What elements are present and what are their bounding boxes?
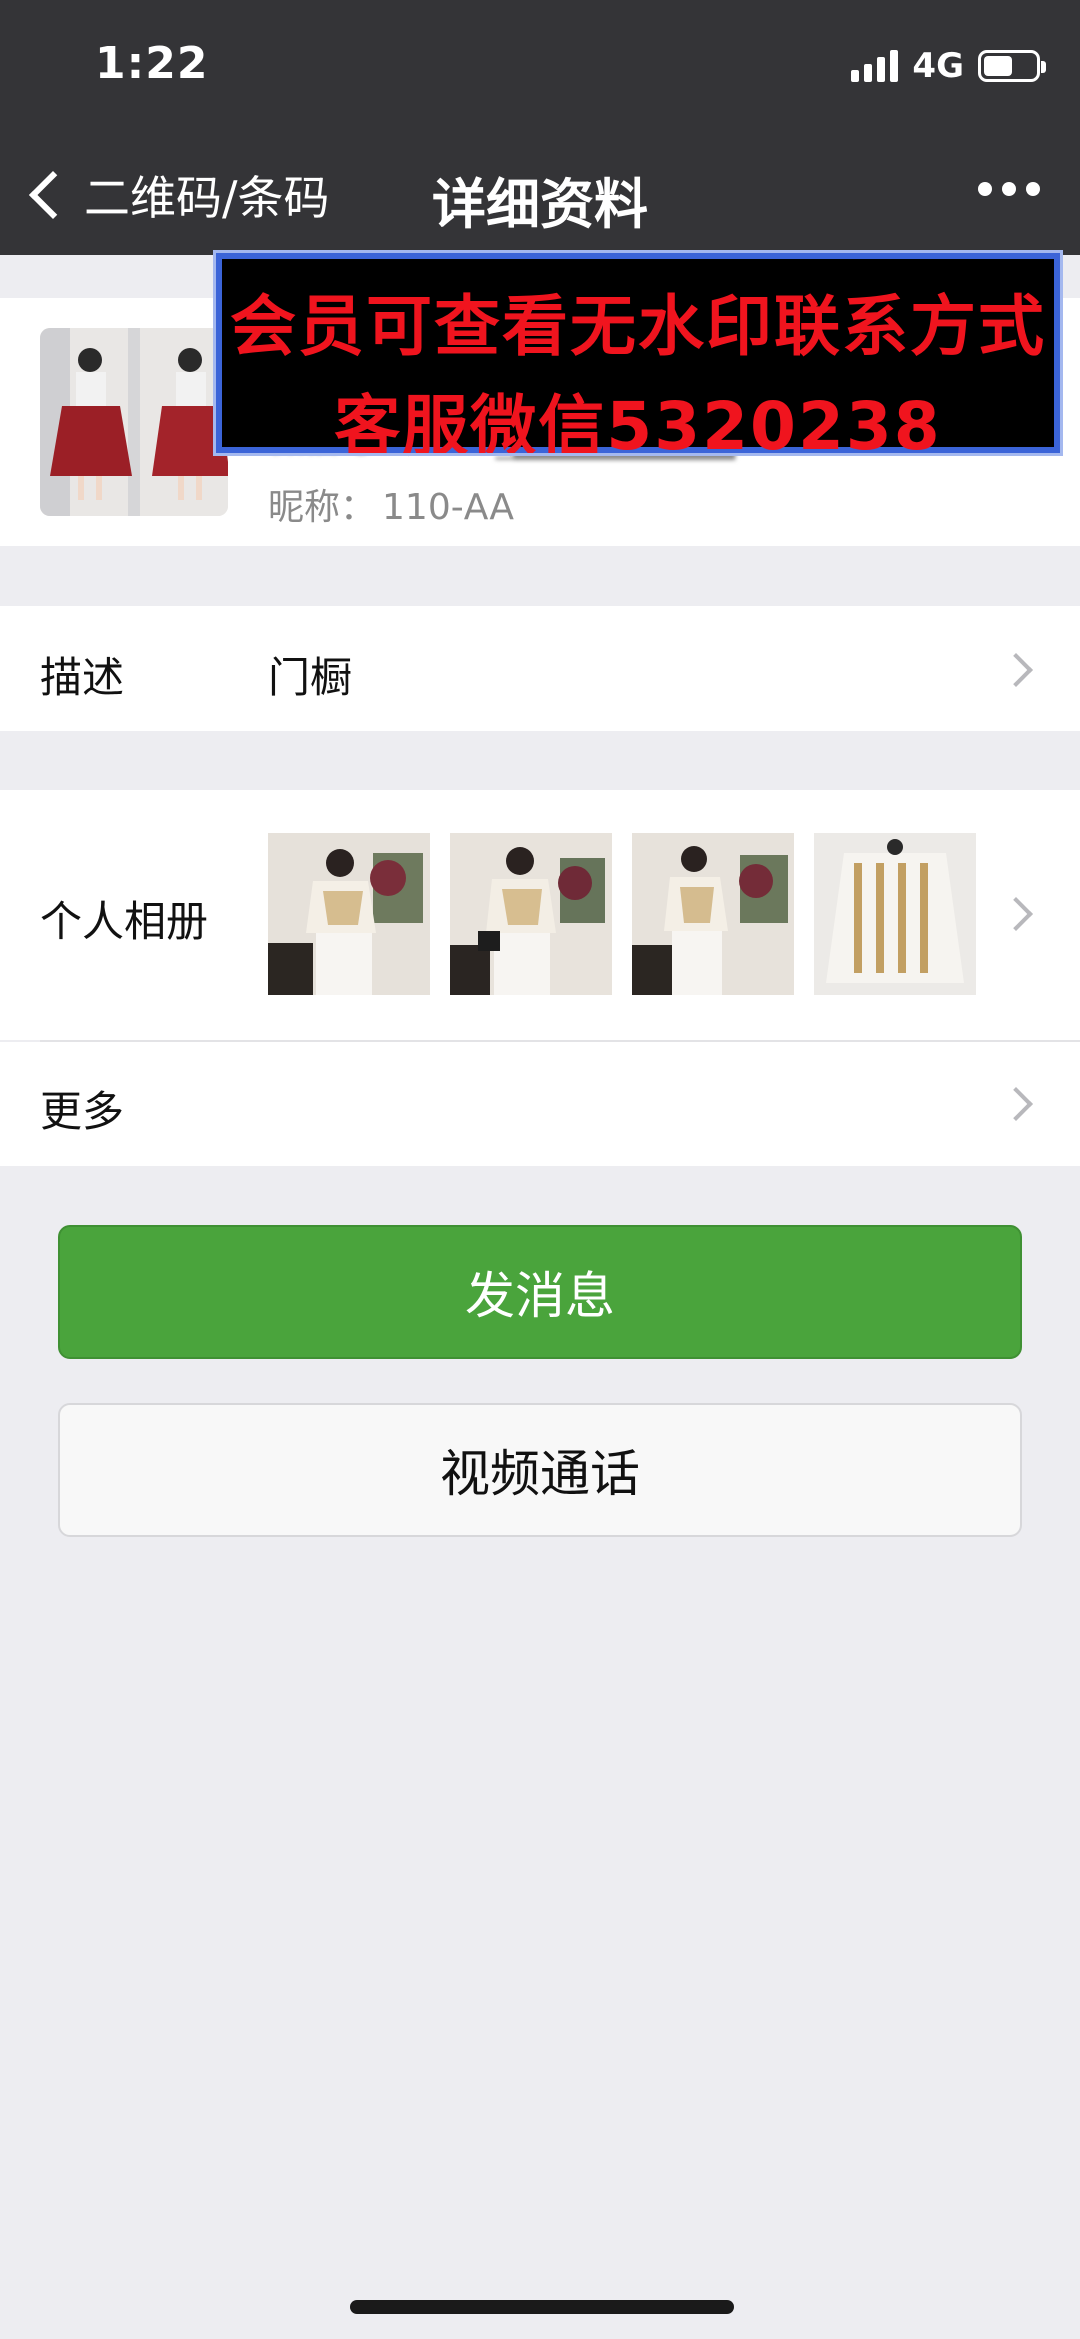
battery-level <box>984 56 1012 76</box>
album-photo[interactable] <box>450 833 612 995</box>
status-indicators: 4G <box>851 46 1046 86</box>
battery-icon <box>978 50 1046 82</box>
screen: 1:22 4G 二维码/条码 详细资料 昵称： 110-AA 会员可查看无水印联… <box>0 0 1080 2339</box>
watermark-line-2: 客服微信5320238 <box>334 388 942 465</box>
description-label: 描述 <box>40 653 125 702</box>
chevron-right-icon <box>999 897 1033 931</box>
signal-icon <box>851 50 899 82</box>
status-bar: 1:22 4G <box>0 0 1080 140</box>
watermark-line-1: 会员可查看无水印联系方式 <box>230 288 1046 365</box>
album-photo[interactable] <box>632 833 794 995</box>
album-label: 个人相册 <box>40 897 209 946</box>
description-row[interactable]: 描述 门橱 <box>0 606 1080 731</box>
album-thumbnails <box>268 833 976 995</box>
more-options-icon[interactable] <box>978 182 1040 196</box>
album-photo[interactable] <box>814 833 976 995</box>
page-title: 详细资料 <box>432 173 648 236</box>
nickname: 昵称： 110-AA <box>268 478 514 530</box>
avatar[interactable] <box>40 328 228 516</box>
nickname-label: 昵称： <box>268 487 377 528</box>
album-photo[interactable] <box>268 833 430 995</box>
chevron-right-icon <box>999 1087 1033 1121</box>
home-indicator[interactable] <box>350 2300 734 2314</box>
description-value: 门橱 <box>268 653 353 702</box>
navigation-bar: 二维码/条码 详细资料 <box>0 140 1080 255</box>
video-call-button[interactable]: 视频通话 <box>58 1403 1022 1537</box>
more-row[interactable]: 更多 <box>0 1042 1080 1166</box>
network-type: 4G <box>912 46 964 86</box>
send-message-button[interactable]: 发消息 <box>58 1225 1022 1359</box>
more-label: 更多 <box>40 1087 125 1136</box>
album-row[interactable]: 个人相册 <box>0 790 1080 1040</box>
nickname-value: 110-AA <box>382 487 514 528</box>
chevron-right-icon <box>999 653 1033 687</box>
watermark-banner: 会员可查看无水印联系方式 客服微信5320238 <box>213 250 1063 465</box>
status-time: 1:22 <box>95 38 209 89</box>
